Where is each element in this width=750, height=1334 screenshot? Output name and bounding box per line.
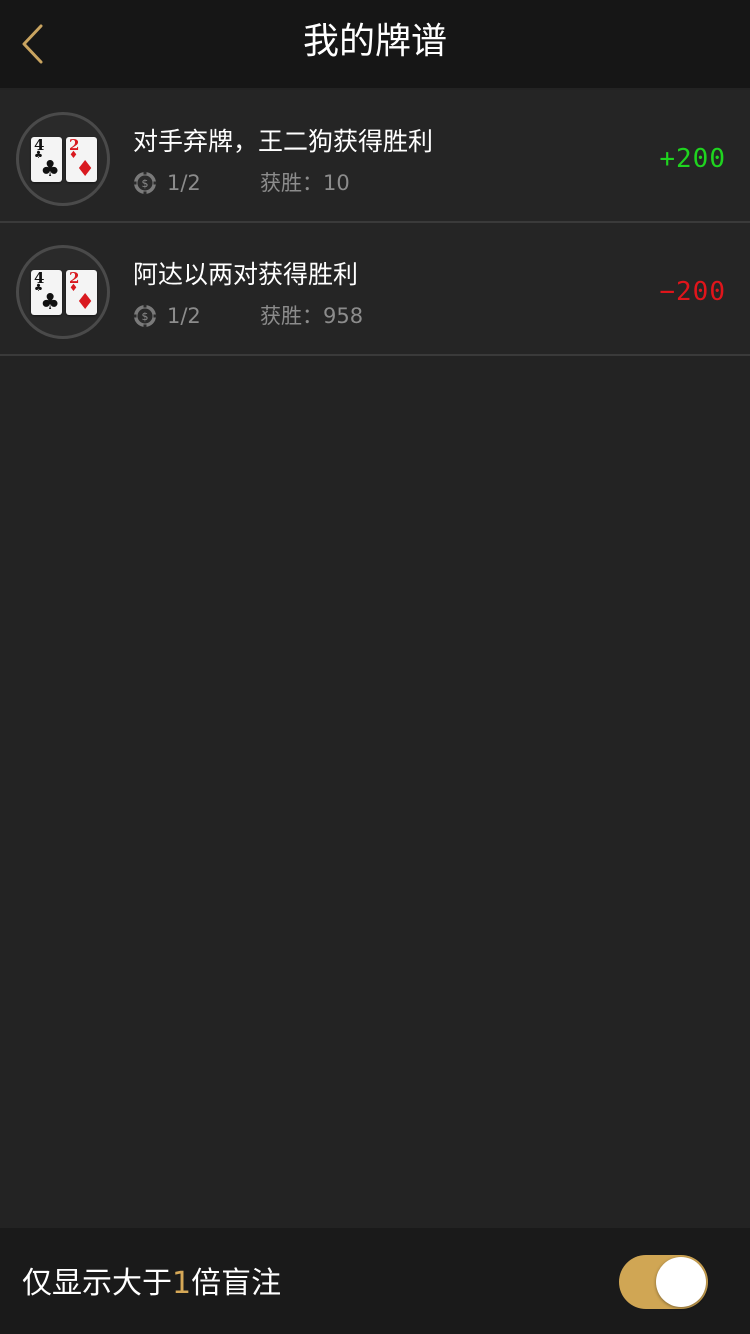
page-title: 我的牌谱 [302,21,447,62]
toggle-knob [656,1257,706,1307]
playing-card: 2 ♦ ♦ [66,137,97,182]
wins-label: 获胜：10 [260,171,350,195]
hand-result-title: 对手弃牌，王二狗获得胜利 [133,127,434,156]
chip-icon: $ [133,304,157,328]
blind-filter-toggle[interactable] [619,1255,708,1309]
chip-change-amount: +200 [659,144,726,174]
blinds-label: 1/2 [167,171,201,195]
blind-filter-label: 仅显示大于1倍盲注 [22,1258,281,1302]
chip-icon: $ [133,171,157,195]
filter-label-prefix: 仅显示大于 [22,1266,172,1301]
filter-multiplier: 1 [172,1266,192,1301]
hole-cards-avatar: 4 ♣ ♣ 2 ♦ ♦ [16,112,110,206]
playing-card: 4 ♣ ♣ [31,137,62,182]
hand-history-list: 4 ♣ ♣ 2 ♦ ♦ 对手弃牌，王二狗获得胜利 $ 1/2 获胜：10 +20… [0,90,750,356]
hand-record-row[interactable]: 4 ♣ ♣ 2 ♦ ♦ 对手弃牌，王二狗获得胜利 $ 1/2 获胜：10 +20… [0,90,750,223]
hand-result-title: 阿达以两对获得胜利 [133,260,359,289]
diamond-suit-icon: ♦ [75,157,95,182]
svg-text:$: $ [142,177,149,190]
nav-bar: 我的牌谱 [0,0,750,88]
playing-card: 4 ♣ ♣ [31,270,62,315]
playing-card: 2 ♦ ♦ [66,270,97,315]
blinds-label: 1/2 [167,304,201,328]
filter-label-suffix: 倍盲注 [191,1266,282,1301]
svg-text:$: $ [142,310,149,323]
club-suit-icon: ♣ [40,157,60,182]
hole-cards-avatar: 4 ♣ ♣ 2 ♦ ♦ [16,245,110,339]
wins-label: 获胜：958 [260,304,364,328]
filter-bar: 仅显示大于1倍盲注 [0,1228,750,1334]
hand-record-row[interactable]: 4 ♣ ♣ 2 ♦ ♦ 阿达以两对获得胜利 $ 1/2 获胜：958 −200 [0,223,750,356]
club-suit-icon: ♣ [40,290,60,315]
diamond-suit-icon: ♦ [75,290,95,315]
chip-change-amount: −200 [659,277,726,307]
